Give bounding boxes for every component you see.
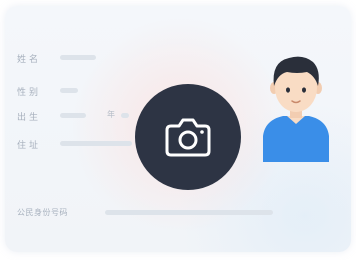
camera-icon xyxy=(165,118,211,157)
address-value-placeholder xyxy=(60,141,132,146)
id-number-label: 公民身份号码 xyxy=(17,208,68,217)
name-value-placeholder xyxy=(60,55,96,60)
upload-stage: 姓名 性别 出生 年 住址 公民身份号码 xyxy=(0,0,356,260)
gender-value-placeholder xyxy=(60,88,78,93)
birth-month-placeholder xyxy=(121,113,129,118)
name-label: 姓名 xyxy=(17,55,42,65)
avatar xyxy=(263,50,329,162)
id-number-placeholder xyxy=(105,210,273,215)
address-label: 住址 xyxy=(17,141,42,151)
birth-year-placeholder xyxy=(60,113,86,118)
camera-button[interactable] xyxy=(135,84,241,190)
birth-label: 出生 xyxy=(17,113,42,123)
person-avatar-icon xyxy=(263,56,329,162)
birth-year-char: 年 xyxy=(107,110,115,119)
gender-label: 性别 xyxy=(17,88,42,98)
id-card-front[interactable]: 姓名 性别 出生 年 住址 公民身份号码 xyxy=(5,6,351,252)
